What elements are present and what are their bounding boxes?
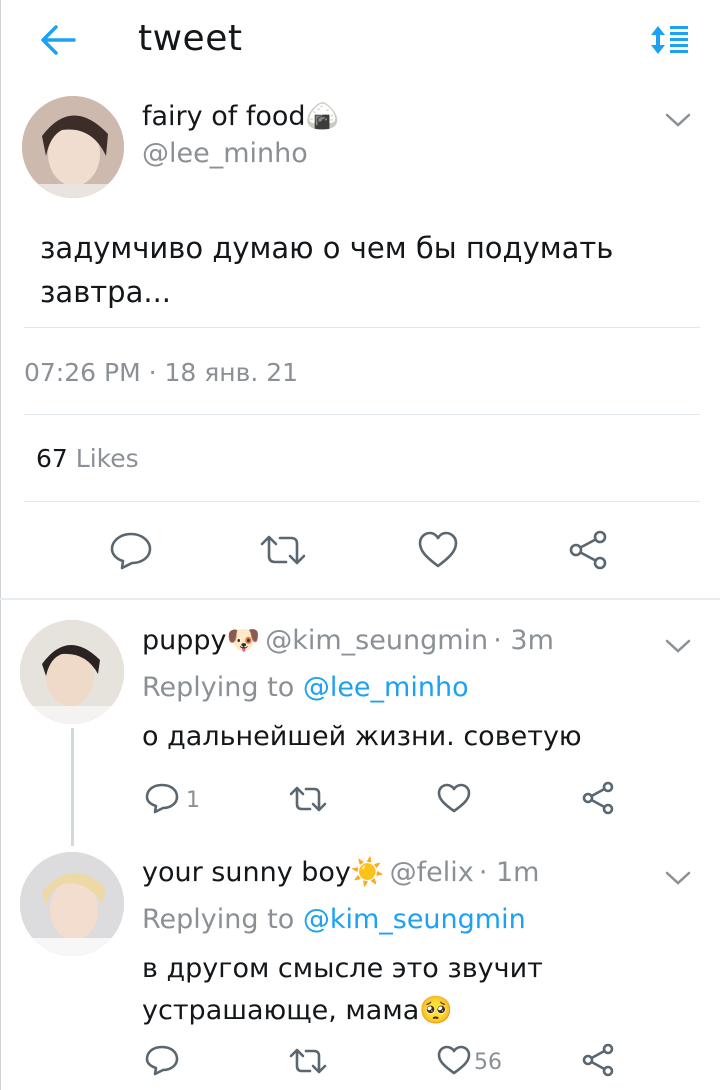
reply-icon[interactable] xyxy=(144,1044,180,1076)
reply-time: · 3m xyxy=(493,625,554,656)
avatar-photo xyxy=(20,852,124,956)
divider xyxy=(24,414,700,415)
replying-prefix: Replying to xyxy=(142,672,295,703)
chevron-down-icon[interactable] xyxy=(664,110,692,130)
retweet-icon[interactable] xyxy=(258,532,308,568)
reply-icon[interactable] xyxy=(108,530,154,570)
like-icon[interactable] xyxy=(436,782,472,814)
replying-to-link[interactable]: @lee_minho xyxy=(303,672,469,703)
author-name[interactable]: fairy of food🍙 xyxy=(142,100,339,132)
reply-icon[interactable] xyxy=(144,782,180,814)
reply-text: в другом смысле это звучит устрашающе, м… xyxy=(142,953,543,1026)
sun-emoji: ☀️ xyxy=(350,857,385,888)
share-icon[interactable] xyxy=(580,1042,616,1078)
retweet-icon[interactable] xyxy=(288,1046,328,1076)
page-title: tweet xyxy=(138,18,243,59)
share-icon[interactable] xyxy=(566,528,610,572)
replying-to: Replying to @kim_seungmin xyxy=(142,904,526,935)
rice-ball-emoji: 🍙 xyxy=(305,101,340,132)
reply-count: 1 xyxy=(186,788,200,813)
share-icon[interactable] xyxy=(580,780,616,816)
tweet-timestamp: 07:26 PM · 18 янв. 21 xyxy=(24,358,299,387)
reply-author-name[interactable]: puppy xyxy=(142,625,227,656)
likes-count: 67 xyxy=(36,444,68,473)
author-name-text: fairy of food xyxy=(142,101,306,132)
reply-header: puppy🐶 @kim_seungmin · 3m xyxy=(142,624,554,656)
replying-prefix: Replying to xyxy=(142,904,295,935)
section-divider xyxy=(0,598,720,600)
replying-to: Replying to @lee_minho xyxy=(142,672,469,703)
reply-author-handle[interactable]: @kim_seungmin xyxy=(265,625,488,656)
back-arrow-icon[interactable] xyxy=(38,22,78,58)
divider xyxy=(24,501,700,502)
reply-header: your sunny boy☀️ @felix · 1m xyxy=(142,856,539,888)
likes-label: Likes xyxy=(75,444,139,473)
sort-icon[interactable] xyxy=(648,20,692,60)
reply-time: · 1m xyxy=(478,857,540,888)
avatar[interactable] xyxy=(20,620,124,724)
reply-author-handle[interactable]: @felix xyxy=(390,857,474,888)
avatar-photo xyxy=(22,96,124,198)
chevron-down-icon[interactable] xyxy=(664,868,692,888)
left-border xyxy=(0,0,1,1090)
likes-stat[interactable]: 67 Likes xyxy=(36,444,139,473)
tweet-text: задумчиво думаю о чем бы подумать завтра… xyxy=(40,231,614,309)
avatar[interactable] xyxy=(20,852,124,956)
avatar[interactable] xyxy=(22,96,124,198)
like-count: 56 xyxy=(474,1050,502,1075)
like-icon[interactable] xyxy=(416,530,460,570)
reply-author-name[interactable]: your sunny boy xyxy=(142,857,351,888)
like-icon[interactable] xyxy=(436,1044,472,1076)
avatar-photo xyxy=(20,620,124,724)
author-handle[interactable]: @lee_minho xyxy=(142,138,308,169)
replying-to-link[interactable]: @kim_seungmin xyxy=(303,904,526,935)
chevron-down-icon[interactable] xyxy=(664,636,692,656)
dog-emoji: 🐶 xyxy=(226,625,261,656)
thread-line xyxy=(71,728,74,846)
retweet-icon[interactable] xyxy=(288,784,328,814)
reply-text: о дальнейшей жизни. советую xyxy=(142,721,582,752)
divider xyxy=(24,327,700,328)
